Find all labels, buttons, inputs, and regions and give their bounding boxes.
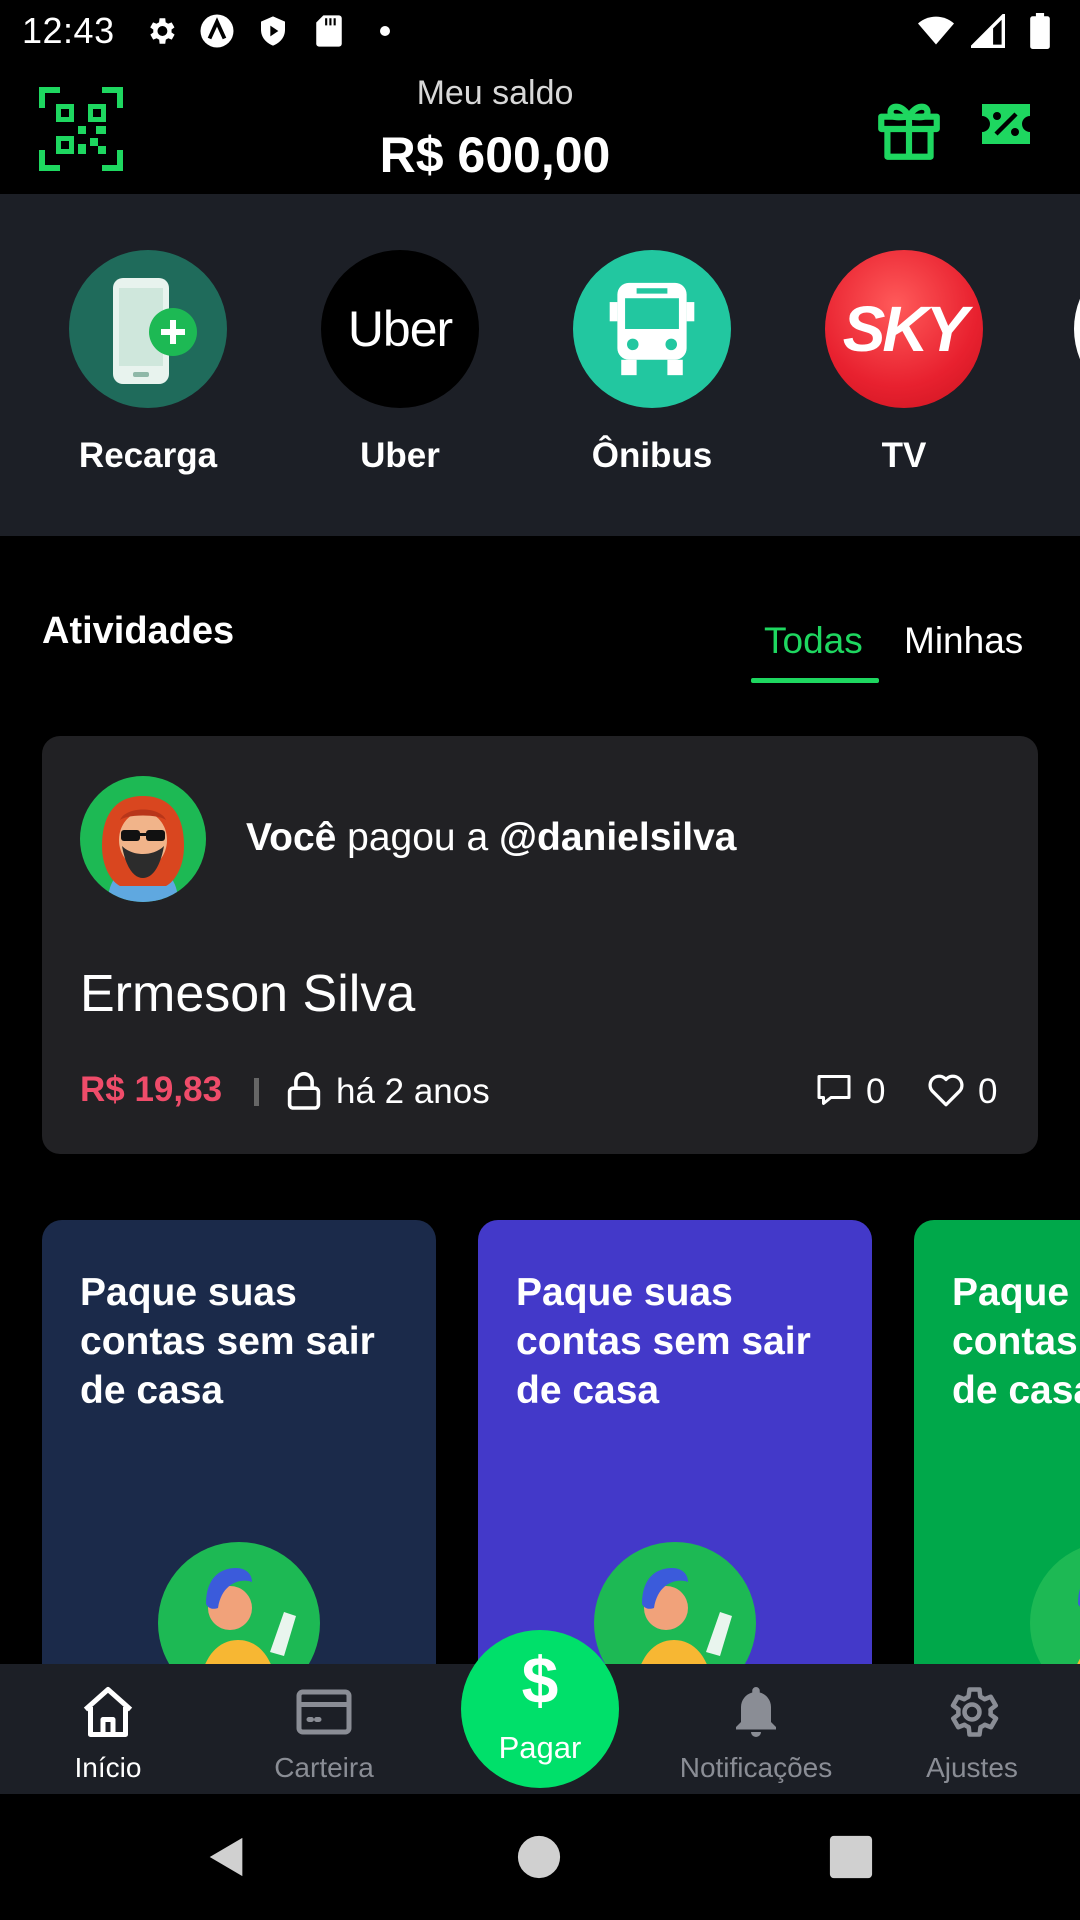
uber-logo-text: Uber [347,301,453,357]
bell-icon [736,1687,776,1737]
like-count: 0 [978,1072,998,1111]
uber-logo: Uber [321,250,479,408]
shortcut-onibus[interactable]: Ônibus [572,250,732,476]
person-with-phone-illustration: 00 [158,1542,320,1664]
gift-icon [878,103,940,160]
wallet-icon [296,1689,352,1735]
app-a-notification-icon [199,13,235,49]
divider [254,1078,259,1106]
app-header: Meu saldo R$ 600,00 [0,62,1080,194]
activity-amount: R$ 19,83 [80,1070,223,1109]
sky-logo: SKY [825,250,983,408]
shortcut-label: Uber [360,436,440,475]
nav-label: Notificações [679,1752,833,1783]
shortcut-recarga[interactable]: Recarga [68,250,228,476]
activities-title: Atividades [42,610,235,652]
signal-icon [970,13,1006,49]
settings-notification-icon [143,13,179,49]
pay-button[interactable]: $ Pagar [461,1630,619,1788]
nav-item-notificacoes[interactable]: Notificações [648,1664,864,1794]
shortcut-next-partial[interactable] [1074,250,1080,408]
activity-time: há 2 anos [336,1072,490,1111]
pay-label: Pagar [498,1730,582,1765]
discount-ticket-icon [982,104,1030,144]
recents-icon[interactable] [828,1834,874,1880]
home-icon [83,1687,133,1737]
battery-icon [1022,13,1058,49]
promo-text: Paque suas contas sem sair de casa [80,1271,375,1412]
shortcut-uber[interactable]: Uber Uber [320,250,480,476]
home-circle-icon[interactable] [516,1834,562,1880]
status-system-icons [918,13,1058,49]
shortcut-label: Recarga [78,436,218,475]
activity-target-user[interactable]: @danielsilva [499,816,736,859]
status-notification-icons [143,13,403,49]
promo-card[interactable]: Paque suas contas sem sair de casa 00 [478,1220,872,1664]
shortcuts-carousel[interactable]: Recarga Uber Uber Ônibus SKY TV [0,194,1080,536]
promo-carousel[interactable]: Paque suas contas sem sair de casa 00 Pa… [0,1220,1080,1664]
shortcut-tv[interactable]: SKY TV [824,250,984,476]
activity-card[interactable]: Você pagou a @danielsilva Ermeson Silva … [42,736,1038,1154]
gift-button[interactable] [872,92,946,166]
system-navigation-bar [0,1794,1080,1920]
balance-value: R$ 600,00 [379,127,611,183]
status-bar: 12:43 [0,0,1080,62]
bus-icon [573,250,731,408]
gear-icon [950,1687,999,1737]
nav-label: Carteira [274,1752,374,1783]
coupon-button[interactable] [978,98,1034,150]
promo-card[interactable]: Paque suas contas sem sair de casa [914,1220,1080,1664]
sd-card-icon [311,13,347,49]
nav-item-ajustes[interactable]: Ajustes [864,1664,1080,1794]
promo-text: Paque suas contas sem sair de casa [516,1271,811,1412]
tab-todas[interactable]: Todas [764,620,863,662]
nav-item-carteira[interactable]: Carteira [216,1664,432,1794]
wifi-icon [918,13,954,49]
phone-recharge-icon [69,250,227,408]
activity-headline: Você pagou a @danielsilva [246,816,736,860]
activity-verb: pagou a [336,816,499,859]
sky-logo-text: SKY [842,293,969,365]
activity-actor: Você [246,816,337,859]
promo-text: Paque suas contas sem sair de casa [952,1271,1080,1412]
nav-label: Início [74,1752,142,1783]
person-with-phone-illustration [1030,1542,1080,1664]
shortcut-label: Ônibus [591,436,713,475]
activity-description: Ermeson Silva [80,965,416,1023]
status-time: 12:43 [22,10,115,51]
comment-count: 0 [866,1072,886,1111]
shortcut-label: TV [881,436,927,475]
nav-label: Ajustes [926,1752,1018,1783]
tab-active-indicator [751,678,879,683]
dollar-icon: $ [521,1643,559,1717]
shield-play-notification-icon [255,13,291,49]
avatar [80,776,206,902]
comment-icon[interactable] [816,1072,852,1108]
lock-icon [287,1072,321,1110]
tab-minhas[interactable]: Minhas [904,620,1023,662]
promo-card[interactable]: Paque suas contas sem sair de casa 00 [42,1220,436,1664]
nav-item-inicio[interactable]: Início [0,1664,216,1794]
back-icon[interactable] [204,1834,250,1880]
heart-icon[interactable] [926,1072,966,1108]
balance-label: Meu saldo [416,74,574,112]
more-notifications-dot-icon [367,13,403,49]
